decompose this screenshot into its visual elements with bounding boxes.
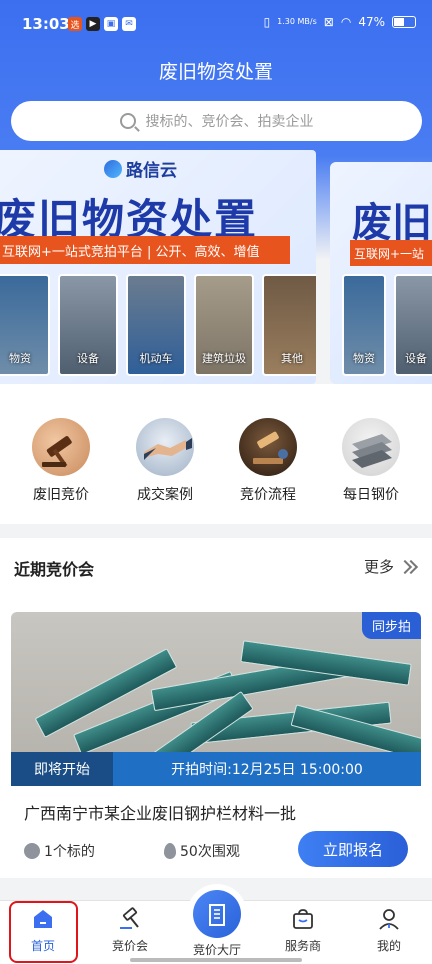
tab-label: 我的 bbox=[376, 939, 401, 953]
bag-icon bbox=[291, 907, 315, 931]
banner-tile: 其他 bbox=[262, 274, 316, 376]
vibrate-icon: ▯ bbox=[263, 15, 271, 29]
view-count: 50次围观 bbox=[164, 841, 240, 861]
double-chevron-right-icon bbox=[397, 558, 419, 576]
video-app-icon: ▶ bbox=[86, 17, 100, 31]
auction-title[interactable]: 广西南宁市某企业废旧钢护栏材料一批 bbox=[24, 800, 296, 824]
auction-status-bar: 即将开始 开拍时间:12月25日 15:00:00 bbox=[11, 752, 421, 786]
app-notification-icon: 选 bbox=[68, 17, 82, 31]
banner-tile-label: 建筑垃圾 bbox=[202, 352, 246, 365]
brand-logo: 路信云 bbox=[104, 156, 177, 181]
wallet-app-icon: ▣ bbox=[104, 17, 118, 31]
tab-label: 竞价会 bbox=[111, 939, 148, 953]
recent-auctions-section: 近期竞价会 更多 同步拍 即将开始 开拍时间:12月25日 15:00:00 广… bbox=[0, 538, 432, 878]
banner-tile: 建筑垃圾 bbox=[194, 274, 254, 376]
hammer-icon bbox=[118, 907, 142, 931]
status-indicators: ▯ 1.30 MB/s ⊠ ◠ 47% bbox=[264, 15, 416, 29]
status-app-icons: 选 ▶ ▣ ✉ bbox=[68, 17, 136, 31]
banner-tile-label: 物资 bbox=[9, 352, 31, 365]
sync-auction-tag: 同步拍 bbox=[361, 612, 421, 639]
auction-status: 即将开始 bbox=[11, 752, 113, 786]
banner-tile-label: 物资 bbox=[353, 352, 375, 365]
banner-tile-label: 设备 bbox=[77, 352, 99, 365]
quick-link-label: 成交案例 bbox=[137, 487, 193, 503]
banner2-tiles: 物资 设备 bbox=[342, 274, 432, 376]
gesture-home-bar[interactable] bbox=[130, 958, 302, 962]
quick-link-label: 每日钢价 bbox=[343, 487, 399, 503]
banner2-slogan: 互联网+一站 bbox=[350, 240, 432, 266]
lot-count: 1个标的 bbox=[24, 841, 95, 861]
gavel-icon bbox=[32, 418, 90, 476]
search-placeholder: 搜标的、竞价会、拍卖企业 bbox=[145, 114, 314, 130]
tab-providers[interactable]: 服务商 bbox=[268, 907, 338, 954]
tab-label: 服务商 bbox=[284, 939, 321, 953]
target-icon bbox=[24, 843, 40, 859]
banner-tile-label: 其他 bbox=[281, 352, 303, 365]
battery-icon bbox=[392, 16, 416, 28]
tab-profile[interactable]: 我的 bbox=[354, 907, 424, 954]
building-icon bbox=[193, 890, 241, 938]
status-time: 13:03 bbox=[22, 15, 70, 33]
brand-logo-icon bbox=[104, 159, 122, 178]
status-bar: 13:03 选 ▶ ▣ ✉ ▯ 1.30 MB/s ⊠ ◠ 47% bbox=[0, 0, 432, 50]
search-icon bbox=[119, 113, 136, 129]
steel-plate-icon bbox=[342, 418, 400, 476]
auction-start-time: 开拍时间:12月25日 15:00:00 bbox=[113, 752, 421, 786]
banner-tile: 设备 bbox=[394, 274, 432, 376]
banner-tile: 物资 bbox=[342, 274, 386, 376]
banner-slogan: 互联网+一站式竞拍平台 | 公开、高效、增值 bbox=[0, 236, 290, 264]
tab-auctions[interactable]: 竞价会 bbox=[95, 907, 165, 954]
signup-button[interactable]: 立即报名 bbox=[298, 831, 408, 867]
quick-link-deal-cases[interactable]: 成交案例 bbox=[120, 418, 210, 504]
more-label: 更多 bbox=[363, 558, 394, 576]
home-tab-highlight bbox=[9, 901, 78, 963]
wifi-icon: ◠ bbox=[340, 15, 352, 29]
section-title: 近期竞价会 bbox=[14, 560, 95, 579]
bidding-hall-button[interactable] bbox=[187, 884, 247, 944]
handshake-icon bbox=[136, 418, 194, 476]
banner-tile-label: 设备 bbox=[405, 352, 427, 365]
quick-link-scrap-bidding[interactable]: 废旧竞价 bbox=[16, 418, 106, 504]
page-title: 废旧物资处置 bbox=[158, 61, 273, 83]
user-icon bbox=[377, 907, 401, 931]
more-link[interactable]: 更多 bbox=[363, 556, 419, 577]
brand-name: 路信云 bbox=[126, 161, 177, 181]
quick-link-daily-steel-price[interactable]: 每日钢价 bbox=[326, 418, 416, 504]
banner-slide-main[interactable]: 路信云 废旧物资处置 互联网+一站式竞拍平台 | 公开、高效、增值 物资 设备 … bbox=[0, 150, 316, 384]
no-sim-icon: ⊠ bbox=[323, 15, 334, 29]
quick-link-bidding-process[interactable]: 竞价流程 bbox=[223, 418, 313, 504]
fire-icon bbox=[164, 843, 176, 859]
banner-slide-next[interactable]: 废旧 互联网+一站 物资 设备 bbox=[330, 162, 432, 384]
view-count-text: 50次围观 bbox=[180, 844, 240, 860]
battery-text: 47% bbox=[358, 15, 385, 29]
tab-label: 竞价大厅 bbox=[192, 943, 241, 957]
lot-count-text: 1个标的 bbox=[44, 844, 95, 860]
banner-tiles: 物资 设备 机动车 建筑垃圾 其他 bbox=[0, 274, 316, 376]
mail-app-icon: ✉ bbox=[122, 17, 136, 31]
banner-tile: 机动车 bbox=[126, 274, 186, 376]
quick-link-label: 废旧竞价 bbox=[33, 487, 89, 503]
net-speed: 1.30 MB/s bbox=[277, 17, 317, 26]
search-input[interactable]: 搜标的、竞价会、拍卖企业 bbox=[11, 101, 422, 141]
quick-link-label: 竞价流程 bbox=[240, 487, 296, 503]
banner-tile: 设备 bbox=[58, 274, 118, 376]
auction-process-icon bbox=[239, 418, 297, 476]
banner-tile-label: 机动车 bbox=[139, 352, 173, 365]
banner-tile: 物资 bbox=[0, 274, 50, 376]
quick-links: 废旧竞价 成交案例 竞价流程 每日钢价 bbox=[0, 384, 432, 524]
